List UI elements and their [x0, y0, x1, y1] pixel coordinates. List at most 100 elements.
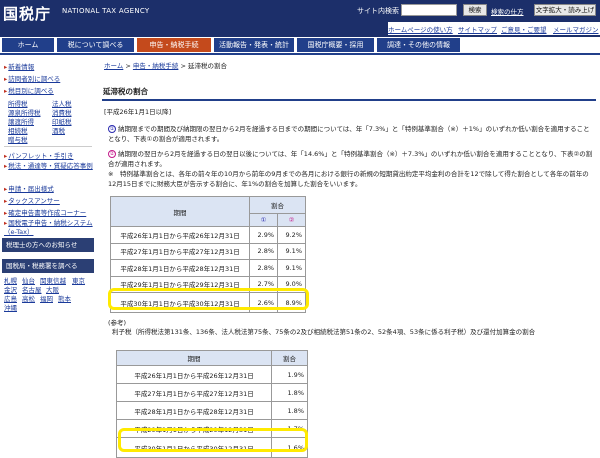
period-cell: 平成27年1月1日から平成27年12月31日 [109, 242, 251, 260]
circled-one-marker: ① [108, 125, 116, 133]
reference-text: 利子税（所得税法第131条、136条、法人税法第75条、75条の2及び相続税法第… [112, 328, 536, 336]
nav-research-tax[interactable]: 税について調べる [57, 38, 134, 52]
nta-logo[interactable]: 国税庁 [3, 3, 51, 24]
office-link-kumamoto[interactable]: 熊本 [58, 293, 71, 303]
office-link-fukuoka[interactable]: 福岡 [40, 293, 53, 303]
table-row: 平成28年1月1日から平成28年12月31日 2.8% 9.1% [109, 259, 306, 277]
arrow-right-icon: ▸ [4, 63, 8, 71]
breadcrumb-separator: > [180, 62, 188, 70]
rate-cell: 1.9% [271, 365, 308, 384]
period-cell: 平成28年1月1日から平成28年12月31日 [109, 259, 251, 277]
rate-1-cell: 2.8% [249, 242, 279, 260]
period-cell: 平成26年1月1日から平成26年12月31日 [109, 226, 251, 244]
office-link-tokyo[interactable]: 東京 [72, 275, 85, 285]
arrow-right-icon: ▸ [4, 219, 8, 227]
sitemap-link[interactable]: サイトマップ [458, 24, 497, 34]
rate-1-cell: 2.8% [249, 259, 279, 277]
breadcrumb-filing[interactable]: 申告・納税手続 [133, 62, 179, 70]
col-rate-header: 割合 [249, 196, 306, 214]
page-title: 延滞税の割合 [102, 83, 596, 101]
table-header-row: 期間 割合 [115, 350, 308, 366]
col-rate-header: 割合 [271, 350, 308, 366]
sidebar-item-etax[interactable]: ▸国税電子申告・納税システム（e-Tax） [4, 219, 94, 237]
table-row: 平成27年1月1日から平成27年12月31日 2.8% 9.1% [109, 242, 306, 260]
how-to-use-link[interactable]: ホームページの使い方 [388, 24, 453, 34]
rate-1-cell: 2.7% [249, 275, 279, 293]
tax-link-liquor[interactable]: 酒税 [52, 125, 65, 135]
sidebar-item-pamphlets[interactable]: ▸パンフレット・手引き [4, 150, 73, 160]
search-label: サイト内検索 [357, 7, 399, 15]
circled-two-marker: ② [108, 150, 116, 158]
rate-2-cell: 8.9% [277, 292, 306, 313]
col-period-header: 期間 [115, 350, 273, 366]
delinquency-rate-table: 期間 割合 ① ② 平成26年1月1日から平成26年12月31日 2.9% 9.… [109, 196, 306, 313]
table-row: 平成26年1月1日から平成26年12月31日 2.9% 9.2% [109, 226, 306, 244]
sidebar-item-forms[interactable]: ▸申請・届出様式 [4, 183, 54, 193]
period-cell: 平成28年1月1日から平成28年12月31日 [115, 401, 273, 420]
global-nav: ホーム 税について調べる 申告・納税手続 活動報告・発表・統計 国税庁概要・採用… [0, 37, 600, 53]
table-row: 平成29年1月1日から平成29年12月31日 1.7% [115, 419, 308, 438]
sidebar-item-by-tax-type[interactable]: ▸税目別に調べる [4, 85, 54, 95]
rate-2-cell: 9.1% [277, 259, 306, 277]
breadcrumb-current: 延滞税の割合 [188, 62, 227, 70]
arrow-right-icon: ▸ [4, 162, 8, 170]
period-cell: 平成29年1月1日から平成29年12月31日 [109, 275, 251, 293]
search-input[interactable] [401, 4, 457, 16]
find-tax-office-box: 国税局・税務署を調べる [2, 259, 94, 273]
rate-2-cell: 9.1% [277, 242, 306, 260]
note-rate-2: ② 納期限の翌日から2月を経過する日の翌日以後については、年「14.6%」と「特例… [108, 150, 593, 168]
rate-cell: 1.6% [271, 437, 308, 458]
arrow-right-icon: ▸ [4, 87, 8, 95]
arrow-right-icon: ▸ [4, 197, 8, 205]
period-cell: 平成29年1月1日から平成29年12月31日 [115, 419, 273, 438]
rate-1-cell: 2.6% [249, 292, 279, 313]
breadcrumb-home[interactable]: ホーム [104, 62, 123, 70]
office-link-okinawa[interactable]: 沖縄 [4, 302, 17, 312]
breadcrumb: ホーム > 申告・納税手続 > 延滞税の割合 [104, 60, 227, 70]
period-cell: 平成26年1月1日から平成26年12月31日 [115, 365, 273, 384]
tax-link-gift[interactable]: 贈与税 [8, 134, 28, 144]
sidebar-item-return-corner[interactable]: ▸確定申告書等作成コーナー [4, 207, 86, 217]
sidebar-item-laws-circulars[interactable]: ▸税法・通達等・質疑応答事例 [4, 162, 94, 171]
col-rate-2-header: ② [277, 213, 306, 227]
sidebar-item-news[interactable]: ▸新着情報 [4, 61, 34, 71]
office-link-takamatsu[interactable]: 高松 [22, 293, 35, 303]
sidebar-item-by-visitor[interactable]: ▸訪問者別に調べる [4, 73, 60, 83]
search-button[interactable]: 検索 [463, 4, 487, 16]
tax-accountant-notice-box[interactable]: 税理士の方へのお知らせ [2, 238, 94, 252]
period-cell: 平成30年1月1日から平成30年12月31日 [109, 292, 251, 313]
search-help-link[interactable]: 検索の仕方 [491, 6, 524, 16]
feedback-link[interactable]: ご意見・ご要望 [501, 24, 547, 34]
utility-links: ホームページの使い方 サイトマップ ご意見・ご要望 メールマガジン [388, 22, 600, 35]
arrow-right-icon: ▸ [4, 75, 8, 83]
interest-tax-table: 期間 割合 平成26年1月1日から平成26年12月31日 1.9% 平成27年1… [115, 350, 308, 458]
sidebar-item-tax-answer[interactable]: ▸タックスアンサー [4, 195, 60, 205]
rate-1-cell: 2.9% [249, 226, 279, 244]
table-row: 平成26年1月1日から平成26年12月31日 1.9% [115, 365, 308, 384]
nav-divider [0, 53, 600, 55]
table-row: 平成27年1月1日から平成27年12月31日 1.8% [115, 383, 308, 402]
agency-name: NATIONAL TAX AGENCY [62, 7, 150, 15]
nav-home[interactable]: ホーム [2, 38, 54, 52]
text-size-button[interactable]: 文字拡大・読み上げ [534, 4, 596, 16]
nav-overview-recruit[interactable]: 国税庁概要・採用 [297, 38, 374, 52]
rate-2-cell: 9.0% [277, 275, 306, 293]
rate-cell: 1.7% [271, 419, 308, 438]
mail-magazine-link[interactable]: メールマガジン [553, 24, 599, 34]
note-rate-1: ① 納期限までの期間及び納期限の翌日から2月を経過する日までの期間については、年「… [108, 125, 590, 143]
table-row: 平成30年1月1日から平成30年12月31日 1.6% [115, 437, 308, 458]
col-rate-1-header: ① [249, 213, 279, 227]
nav-reports-stats[interactable]: 活動報告・発表・統計 [214, 38, 294, 52]
sidebar-divider [4, 146, 92, 147]
nav-filing-payment[interactable]: 申告・納税手続 [137, 38, 211, 52]
table-row: 平成28年1月1日から平成28年12月31日 1.8% [115, 401, 308, 420]
nav-procurement-other[interactable]: 調達・その他の情報 [377, 38, 460, 52]
table-row: 平成30年1月1日から平成30年12月31日 2.6% 8.9% [109, 292, 306, 313]
rate-cell: 1.8% [271, 401, 308, 420]
period-label: [平成26年1月1日以降] [104, 108, 172, 116]
arrow-right-icon: ▸ [4, 209, 8, 217]
table-header-row: 期間 割合 [109, 196, 306, 227]
arrow-right-icon: ▸ [4, 185, 8, 193]
arrow-right-icon: ▸ [4, 152, 8, 160]
period-cell: 平成27年1月1日から平成27年12月31日 [115, 383, 273, 402]
